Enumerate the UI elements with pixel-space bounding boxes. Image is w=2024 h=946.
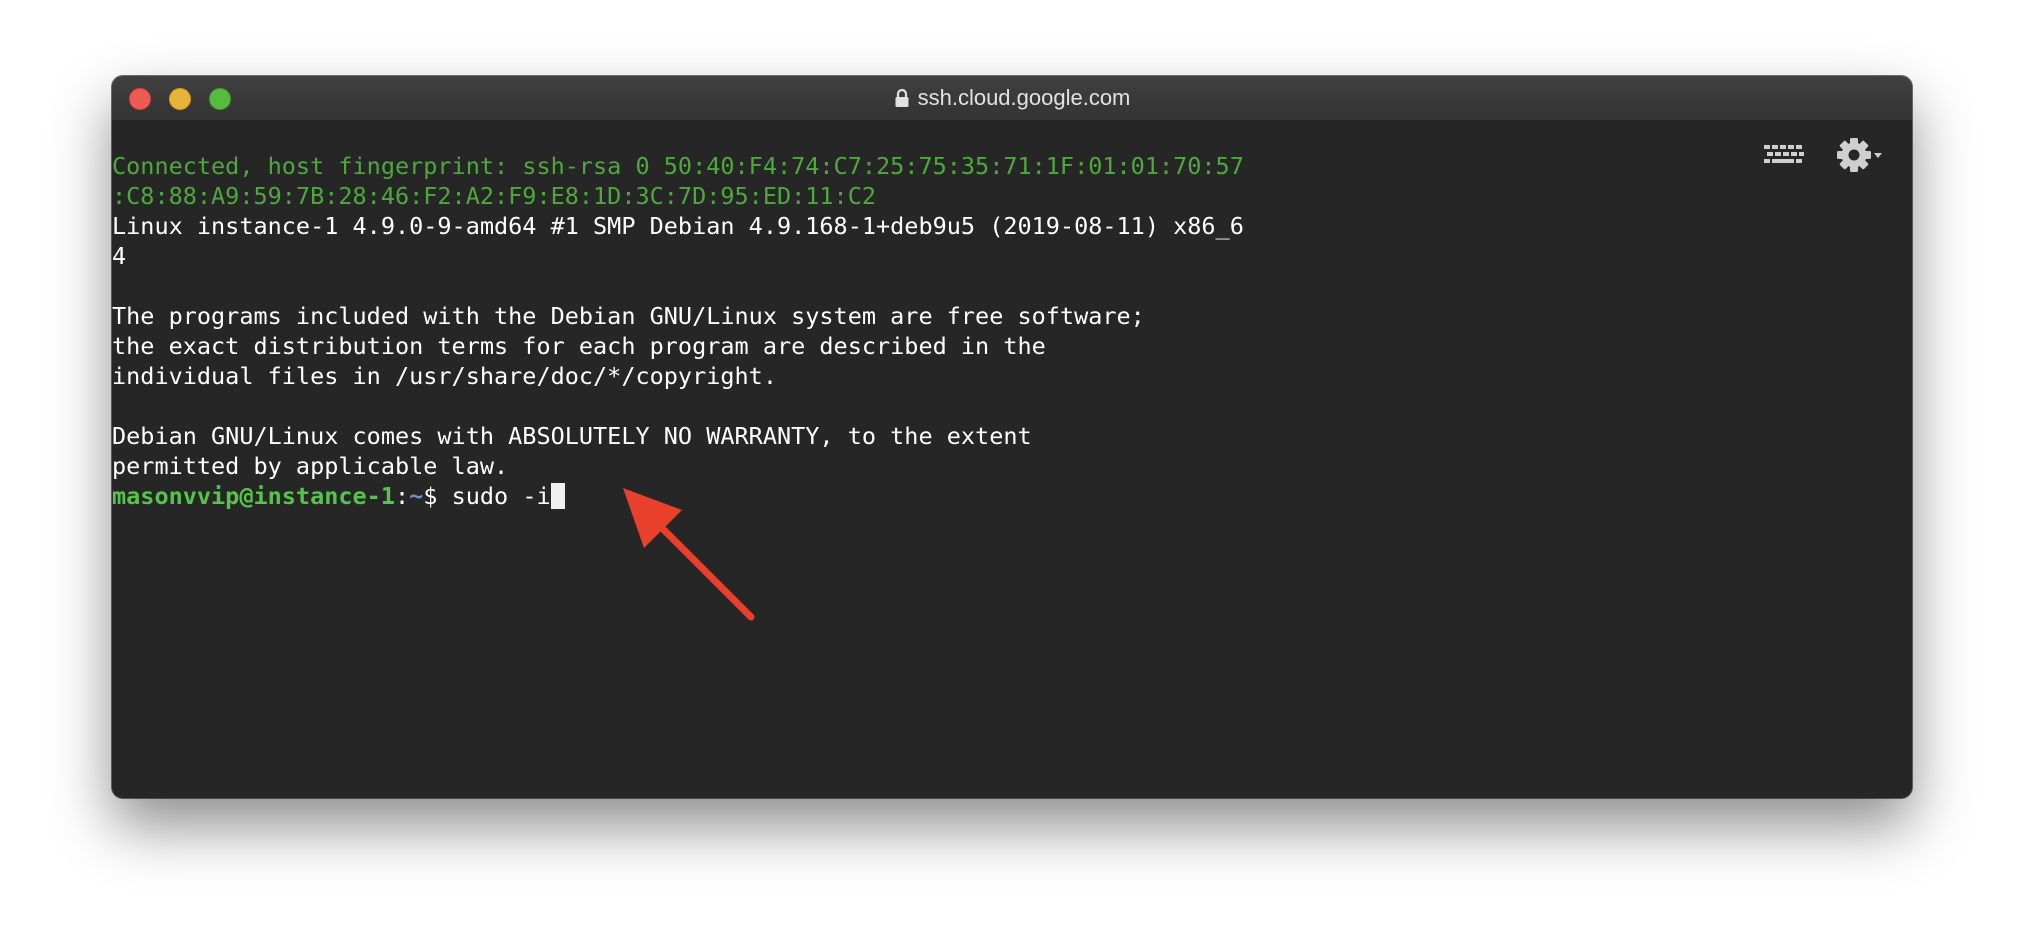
kernel-line-2: 4 [112,242,127,270]
prompt-line: masonvvip@instance-1:~$ sudo -i [112,481,1912,511]
warranty-line-1: Debian GNU/Linux comes with ABSOLUTELY N… [112,422,1032,450]
motd-line-1: The programs included with the Debian GN… [112,302,1145,330]
browser-window: ssh.cloud.google.com Connected, host fin… [112,76,1912,798]
title-bar: ssh.cloud.google.com [112,76,1912,121]
connected-line-2: :C8:88:A9:59:7B:28:46:F2:A2:F9:E8:1D:3C:… [112,182,877,210]
prompt-user-host: masonvvip@instance-1 [112,482,395,510]
lock-icon [894,88,910,108]
text-cursor [550,483,565,509]
prompt-path: ~ [409,482,424,510]
motd-line-3: individual files in /usr/share/doc/*/cop… [112,362,777,390]
motd-line-2: the exact distribution terms for each pr… [112,332,1046,360]
gear-icon[interactable] [1836,134,1882,176]
prompt-colon: : [394,482,410,510]
kernel-line-1: Linux instance-1 4.9.0-9-amd64 #1 SMP De… [112,212,1244,240]
window-title-text: ssh.cloud.google.com [917,85,1131,110]
keyboard-icon[interactable] [1762,142,1806,170]
prompt-command: sudo -i [451,482,551,510]
connected-line-1: Connected, host fingerprint: ssh-rsa 0 5… [112,152,1244,180]
terminal-output[interactable]: Connected, host fingerprint: ssh-rsa 0 5… [112,120,1912,798]
prompt-symbol: $ [423,482,452,510]
warranty-line-2: permitted by applicable law. [112,452,509,480]
window-title: ssh.cloud.google.com [112,76,1912,120]
